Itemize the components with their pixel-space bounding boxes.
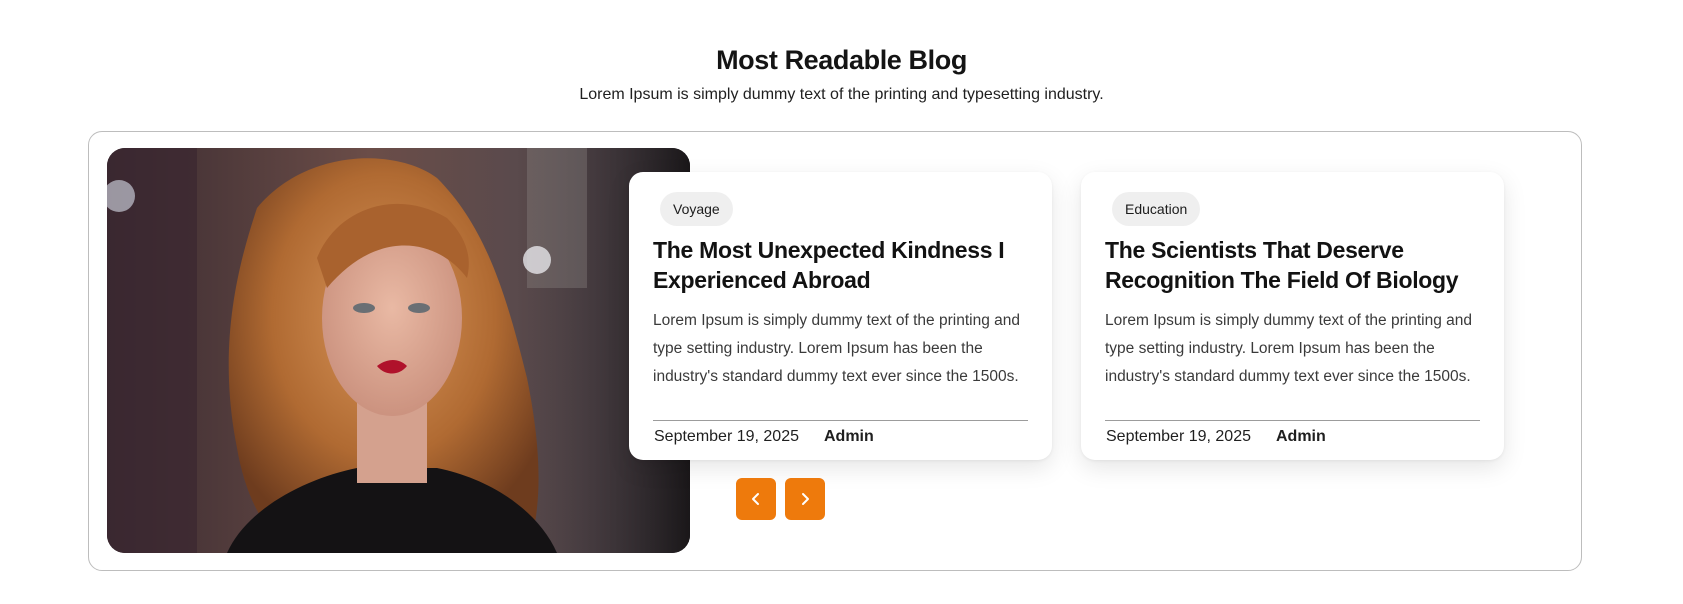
post-date: September 19, 2025 (1106, 428, 1251, 445)
section-subtitle: Lorem Ipsum is simply dummy text of the … (579, 86, 1104, 103)
card-divider (1105, 420, 1480, 421)
post-title[interactable]: The Most Unexpected Kindness I Experienc… (653, 235, 1028, 295)
section-header: Most Readable Blog Lorem Ipsum is simply… (0, 40, 1683, 106)
post-excerpt: Lorem Ipsum is simply dummy text of the … (653, 312, 1020, 385)
section-title: Most Readable Blog (716, 45, 967, 75)
portrait-image (107, 148, 690, 553)
post-date: September 19, 2025 (654, 428, 799, 445)
post-meta: September 19, 2025 Admin (1105, 428, 1480, 446)
category-badge[interactable]: Voyage (660, 192, 733, 226)
chevron-right-icon (802, 493, 809, 505)
carousel-next-button[interactable] (785, 478, 825, 520)
card-divider (653, 420, 1028, 421)
post-excerpt: Lorem Ipsum is simply dummy text of the … (1105, 312, 1472, 385)
post-author[interactable]: Admin (1276, 428, 1326, 446)
carousel-prev-button[interactable] (736, 478, 776, 520)
blog-card[interactable]: Voyage The Most Unexpected Kindness I Ex… (629, 172, 1052, 460)
category-badge[interactable]: Education (1112, 192, 1201, 226)
featured-photo (107, 148, 690, 553)
blog-card[interactable]: Education The Scientists That Deserve Re… (1081, 172, 1504, 460)
post-author[interactable]: Admin (824, 428, 874, 446)
post-title[interactable]: The Scientists That Deserve Recognition … (1105, 235, 1480, 295)
chevron-left-icon (752, 493, 759, 505)
post-meta: September 19, 2025 Admin (653, 428, 1028, 446)
